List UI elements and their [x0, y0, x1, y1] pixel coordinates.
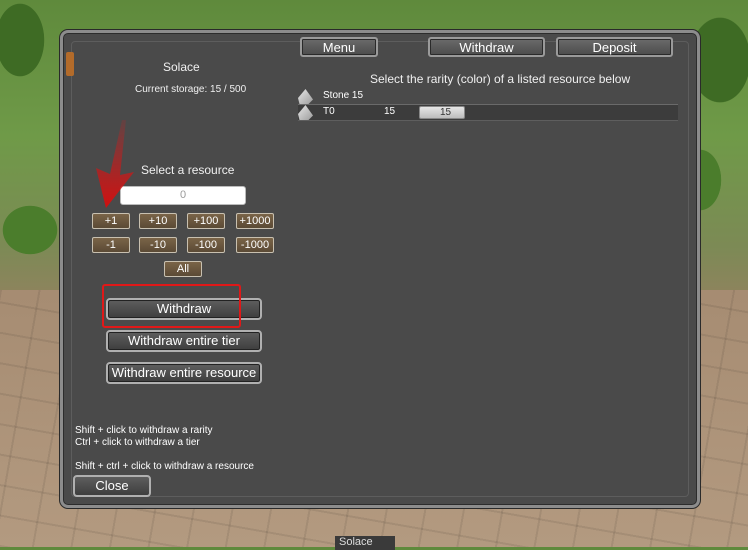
select-resource-label: Select a resource [141, 163, 235, 177]
plus-10-button[interactable]: +10 [139, 213, 177, 229]
rarity-prompt: Select the rarity (color) of a listed re… [370, 72, 631, 86]
rarity-badge[interactable]: 15 [419, 106, 465, 119]
help-shift-click: Shift + click to withdraw a rarity [75, 425, 213, 436]
withdraw-highlight-box [102, 284, 241, 328]
stone-icon [298, 105, 313, 120]
help-ctrl-click: Ctrl + click to withdraw a tier [75, 437, 200, 448]
withdraw-entire-resource-button[interactable]: Withdraw entire resource [106, 362, 262, 384]
plus-1-button[interactable]: +1 [92, 213, 130, 229]
minus-1000-button[interactable]: -1000 [236, 237, 274, 253]
drag-handle[interactable] [66, 52, 74, 76]
stone-icon [298, 89, 313, 104]
resource-row-tier[interactable]: T0 15 15 [298, 105, 678, 121]
storage-name: Solace [163, 60, 200, 74]
close-button[interactable]: Close [73, 475, 151, 497]
deposit-tab-button[interactable]: Deposit [556, 37, 673, 57]
plus-100-button[interactable]: +100 [187, 213, 225, 229]
background-sign: Solace [335, 536, 395, 550]
minus-10-button[interactable]: -10 [139, 237, 177, 253]
tier-amount: 15 [384, 106, 396, 117]
minus-100-button[interactable]: -100 [187, 237, 225, 253]
resource-label: Stone 15 [323, 90, 364, 101]
minus-1-button[interactable]: -1 [92, 237, 130, 253]
withdraw-entire-tier-button[interactable]: Withdraw entire tier [106, 330, 262, 352]
help-shift-ctrl-click: Shift + ctrl + click to withdraw a resou… [75, 461, 254, 472]
withdraw-tab-button[interactable]: Withdraw [428, 37, 545, 57]
plus-1000-button[interactable]: +1000 [236, 213, 274, 229]
resource-row-stone[interactable]: Stone 15 [298, 89, 678, 105]
all-button[interactable]: All [164, 261, 202, 277]
red-arrow-icon [96, 120, 134, 208]
tier-label: T0 [323, 106, 335, 117]
menu-button[interactable]: Menu [300, 37, 378, 57]
storage-capacity: Current storage: 15 / 500 [135, 84, 247, 95]
